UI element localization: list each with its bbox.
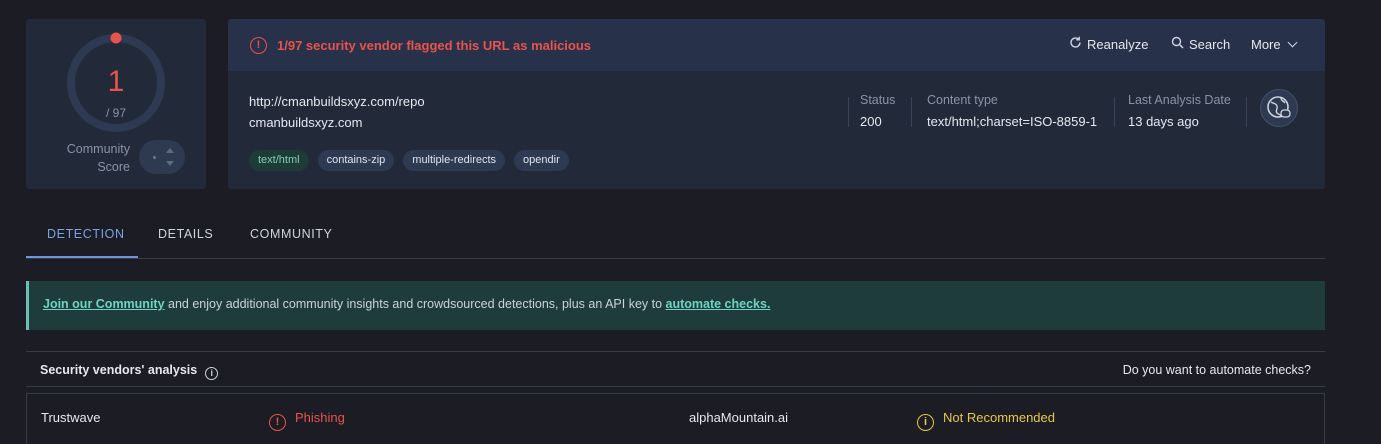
vendor-name: alphaMountain.ai bbox=[689, 410, 789, 425]
meta-divider bbox=[1114, 97, 1115, 127]
vote-score-dot bbox=[153, 156, 156, 159]
tag-opendir[interactable]: opendir bbox=[514, 150, 569, 171]
detection-gauge: 1 / 97 bbox=[64, 31, 168, 135]
search-icon bbox=[1170, 36, 1184, 54]
vendor-name: Trustwave bbox=[41, 410, 101, 425]
active-tab-indicator bbox=[26, 256, 138, 258]
status-value: 200 bbox=[860, 114, 882, 129]
automate-checks-prompt[interactable]: Do you want to automate checks? bbox=[1123, 363, 1311, 377]
more-label: More bbox=[1251, 37, 1281, 52]
vendors-analysis-header: Security vendors' analysis i Do you want … bbox=[26, 351, 1325, 387]
meta-divider bbox=[848, 97, 849, 127]
content-type-label: Content type bbox=[927, 93, 998, 107]
last-analysis-meta: Last Analysis Date 13 days ago bbox=[1128, 92, 1231, 130]
automate-checks-link[interactable]: automate checks. bbox=[666, 297, 771, 311]
chevron-down-icon bbox=[1287, 37, 1298, 48]
content-type-value: text/html;charset=ISO-8859-1 bbox=[927, 114, 1098, 129]
tag-contains-zip[interactable]: contains-zip bbox=[317, 150, 395, 171]
tab-details[interactable]: DETAILS bbox=[158, 227, 213, 241]
tag-list: text/html contains-zip multiple-redirect… bbox=[249, 150, 569, 171]
community-score-label: Community Score bbox=[66, 142, 130, 174]
content-type-meta: Content type text/html;charset=ISO-8859-… bbox=[927, 92, 1097, 130]
info-circle-icon: i bbox=[917, 414, 934, 431]
status-meta: Status 200 bbox=[860, 92, 895, 130]
last-analysis-value: 13 days ago bbox=[1128, 114, 1199, 129]
banner-middle-text: and enjoy additional community insights … bbox=[164, 297, 666, 311]
result-tabs: DETECTION DETAILS COMMUNITY bbox=[26, 210, 1325, 259]
tab-detection[interactable]: DETECTION bbox=[47, 227, 125, 241]
detection-count: 1 bbox=[107, 65, 125, 98]
url-info-card: ! 1/97 security vendor flagged this URL … bbox=[228, 19, 1325, 189]
alert-header: ! 1/97 security vendor flagged this URL … bbox=[228, 19, 1325, 71]
vote-down-icon[interactable] bbox=[166, 161, 174, 166]
reanalyze-label: Reanalyze bbox=[1087, 37, 1149, 52]
community-banner: Join our Community and enjoy additional … bbox=[26, 281, 1325, 330]
gauge-detection-marker bbox=[110, 32, 122, 44]
alert-circle-icon: ! bbox=[250, 37, 267, 54]
analyzed-url[interactable]: http://cmanbuildsxyz.com/repo bbox=[249, 94, 425, 109]
detection-score-card: 1 / 97 Community Score bbox=[26, 19, 206, 189]
table-row: Trustwave ! Phishing alphaMountain.ai i No… bbox=[26, 393, 1325, 444]
community-vote-control[interactable] bbox=[139, 140, 185, 174]
globe-link-icon[interactable] bbox=[1260, 89, 1298, 127]
last-analysis-label: Last Analysis Date bbox=[1128, 93, 1231, 107]
tag-text-html[interactable]: text/html bbox=[249, 150, 309, 171]
vendors-analysis-title: Security vendors' analysis i bbox=[40, 363, 219, 380]
vendor-result-suspicious: i Not Recommended bbox=[917, 409, 1055, 431]
meta-divider bbox=[911, 97, 912, 127]
status-label: Status bbox=[860, 93, 896, 107]
alert-text: 1/97 security vendor flagged this URL as… bbox=[277, 38, 592, 53]
vendors-title-text: Security vendors' analysis bbox=[40, 363, 198, 377]
join-community-link[interactable]: Join our Community bbox=[43, 297, 165, 311]
result-label: Phishing bbox=[295, 410, 345, 425]
vendor-result-malicious: ! Phishing bbox=[269, 409, 345, 431]
analyzed-domain[interactable]: cmanbuildsxyz.com bbox=[249, 115, 362, 130]
search-button[interactable]: Search bbox=[1170, 36, 1230, 54]
alert-circle-icon: ! bbox=[269, 414, 286, 431]
tag-multiple-redirects[interactable]: multiple-redirects bbox=[403, 150, 506, 171]
more-menu-button[interactable]: More bbox=[1251, 36, 1298, 54]
info-icon[interactable]: i bbox=[205, 367, 219, 380]
tab-community[interactable]: COMMUNITY bbox=[250, 227, 332, 241]
search-label: Search bbox=[1189, 37, 1231, 52]
vote-up-icon[interactable] bbox=[166, 148, 174, 153]
result-label: Not Recommended bbox=[943, 410, 1055, 425]
engines-total: / 97 bbox=[105, 106, 126, 120]
meta-divider bbox=[1246, 97, 1247, 127]
community-banner-text: Join our Community and enjoy additional … bbox=[43, 297, 770, 311]
refresh-icon bbox=[1068, 36, 1082, 54]
reanalyze-button[interactable]: Reanalyze bbox=[1068, 36, 1148, 54]
